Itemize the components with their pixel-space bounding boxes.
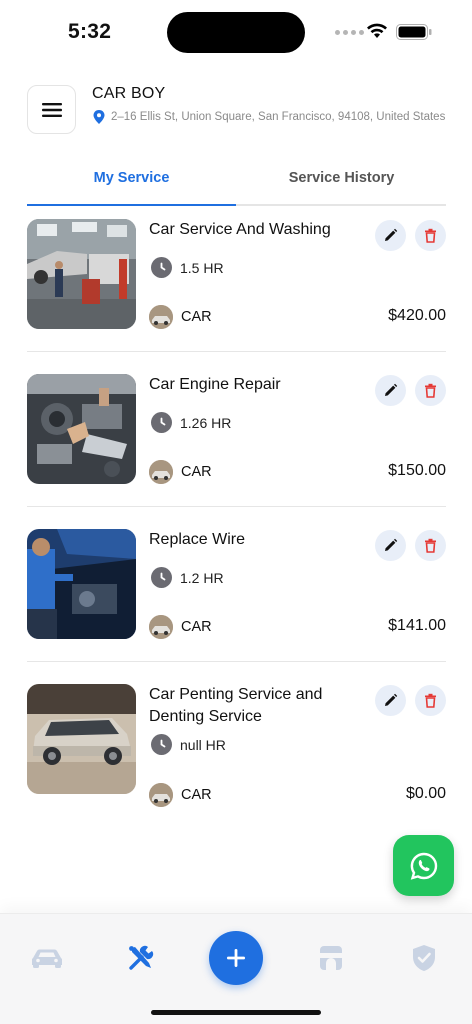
service-price: $420.00 [388,307,446,324]
whatsapp-icon [410,852,437,880]
divider [27,506,446,507]
clock-icon [151,257,172,278]
nav-security[interactable] [406,941,442,975]
address-text: 2–16 Ellis St, Union Square, San Francis… [111,111,446,123]
clock-icon [151,567,172,588]
address-row: 2–16 Ellis St, Union Square, San Francis… [93,110,445,124]
category-row: CAR [149,460,212,484]
plus-icon [227,949,245,967]
service-card[interactable]: Car Penting Service and Denting Service … [27,684,446,807]
tab-my-service[interactable]: My Service [27,170,236,186]
service-duration: 1.2 HR [180,569,224,586]
service-price: $150.00 [388,462,446,479]
whatsapp-button[interactable] [393,835,454,896]
category-avatar [149,460,173,484]
nav-services[interactable] [123,941,159,975]
bottom-navigation [0,913,472,1024]
duration-row: null HR [151,734,226,755]
signal-icon [335,30,364,35]
edit-button[interactable] [375,375,406,406]
location-pin-icon [93,110,105,124]
trash-icon [425,383,436,398]
category-avatar [149,783,173,807]
clock-icon [151,412,172,433]
edit-button[interactable] [375,685,406,716]
service-category: CAR [181,309,212,325]
divider [27,351,446,352]
engine-photo [27,374,136,484]
delete-button[interactable] [415,530,446,561]
add-service-button[interactable] [209,931,263,985]
shield-check-icon [413,945,435,971]
duration-row: 1.2 HR [151,567,224,588]
tab-service-history[interactable]: Service History [237,170,446,186]
service-name: Car Engine Repair [149,376,281,393]
edit-button[interactable] [375,220,406,251]
home-indicator [151,1010,321,1015]
dynamic-island [167,12,305,53]
pencil-icon [385,228,398,241]
category-row: CAR [149,783,212,807]
service-price: $141.00 [388,617,446,634]
car-icon [32,949,62,968]
service-card[interactable]: Replace Wire 1.2 HR CAR $141.00 [27,529,446,639]
pencil-icon [385,693,398,706]
trash-icon [425,538,436,553]
service-duration: 1.26 HR [180,414,232,431]
pencil-icon [385,383,398,396]
duration-row: 1.26 HR [151,412,231,433]
delete-button[interactable] [415,685,446,716]
nav-store[interactable] [313,941,349,975]
delete-button[interactable] [415,220,446,251]
store-icon [320,946,342,970]
suv-photo [27,684,136,794]
status-time: 5:32 [68,20,112,43]
service-name: Replace Wire [149,531,246,548]
service-category: CAR [181,464,212,480]
service-card[interactable]: Car Service And Washing 1.5 HR CAR $420.… [27,219,446,329]
duration-row: 1.5 HR [151,257,224,278]
garage-photo [27,219,136,329]
pencil-icon [385,538,398,551]
category-avatar [149,305,173,329]
delete-button[interactable] [415,375,446,406]
mechanic-photo [27,529,136,639]
menu-button[interactable] [27,85,76,134]
service-category: CAR [181,619,212,635]
status-bar: 5:32 [0,0,472,64]
hamburger-icon [41,102,62,117]
divider [27,661,446,662]
trash-icon [425,693,436,708]
service-name: Car Service And Washing [149,221,331,238]
tools-icon [129,945,154,970]
category-row: CAR [149,305,212,329]
service-tabs: My Service Service History [27,160,446,206]
business-name: CAR BOY [92,85,166,102]
clock-icon [151,734,172,755]
service-duration: 1.5 HR [180,259,224,276]
category-row: CAR [149,615,212,639]
active-tab-indicator [27,204,236,206]
battery-icon [396,24,432,40]
trash-icon [425,228,436,243]
edit-button[interactable] [375,530,406,561]
service-card[interactable]: Car Engine Repair 1.26 HR CAR $150.00 [27,374,446,484]
service-duration: null HR [180,736,226,753]
nav-cars[interactable] [29,941,65,975]
service-category: CAR [181,787,212,803]
service-price: $0.00 [405,785,446,802]
service-name: Car Penting Service and Denting Service [149,686,323,725]
wifi-icon [367,23,387,38]
category-avatar [149,615,173,639]
